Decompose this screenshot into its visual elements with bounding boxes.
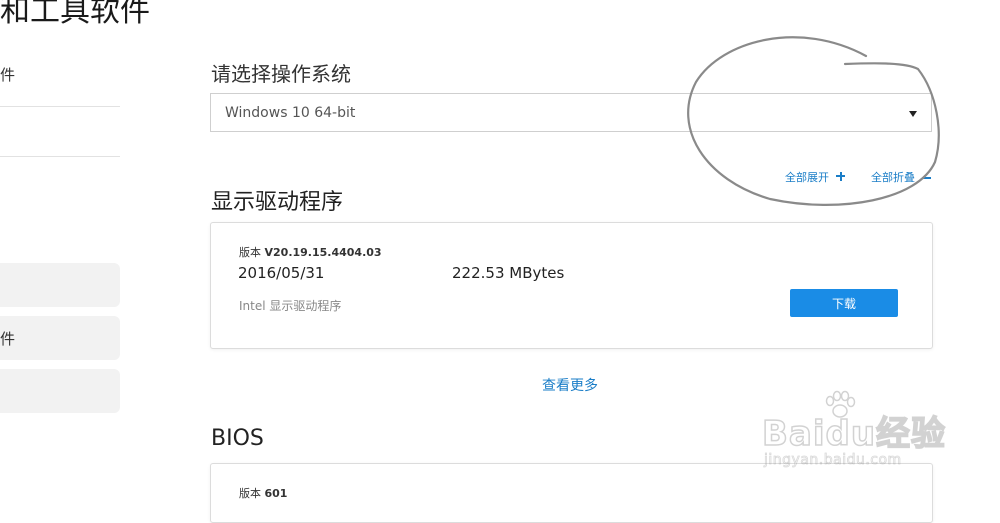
- bios-card: 版本 601: [210, 463, 933, 523]
- caret-down-icon: [909, 111, 917, 117]
- version-prefix: 版本: [239, 487, 261, 500]
- os-select-dropdown[interactable]: Windows 10 64-bit: [210, 93, 932, 132]
- version-number: V20.19.15.4404.03: [264, 246, 382, 259]
- sidebar-item-text[interactable]: 件: [0, 64, 15, 85]
- driver-card: 版本 V20.19.15.4404.03 2016/05/31 222.53 M…: [210, 222, 933, 349]
- plus-icon: [836, 171, 845, 181]
- os-select-value: Windows 10 64-bit: [225, 105, 356, 121]
- collapse-all-link[interactable]: 全部折叠: [871, 169, 931, 185]
- sidebar-button-selected[interactable]: 件: [0, 316, 120, 360]
- minus-icon: [922, 177, 931, 179]
- page-heading: 和工具软件: [0, 0, 150, 29]
- section-title-display-driver: 显示驱动程序: [211, 190, 344, 215]
- collapse-all-label: 全部折叠: [871, 171, 915, 184]
- section-title-bios: BIOS: [211, 426, 264, 451]
- sidebar-divider: [0, 156, 120, 157]
- bios-version: 版本 601: [239, 485, 287, 501]
- driver-version: 版本 V20.19.15.4404.03: [239, 244, 382, 260]
- driver-date: 2016/05/31: [238, 264, 325, 282]
- sidebar-button[interactable]: [0, 369, 120, 413]
- sidebar-button-label: 件: [0, 330, 16, 348]
- download-button[interactable]: 下载: [790, 289, 898, 317]
- watermark-brand: Baidu经验: [761, 413, 947, 455]
- version-prefix: 版本: [239, 246, 261, 259]
- driver-size: 222.53 MBytes: [452, 264, 565, 282]
- os-select-label: 请选择操作系统: [211, 62, 351, 86]
- expand-all-label: 全部展开: [785, 171, 829, 184]
- view-more-link[interactable]: 查看更多: [542, 375, 598, 395]
- expand-all-link[interactable]: 全部展开: [785, 169, 845, 185]
- sidebar-button[interactable]: [0, 263, 120, 307]
- version-number: 601: [264, 487, 288, 500]
- driver-description: Intel 显示驱动程序: [239, 299, 342, 313]
- paw-icon: [825, 390, 856, 418]
- sidebar-divider: [0, 106, 120, 107]
